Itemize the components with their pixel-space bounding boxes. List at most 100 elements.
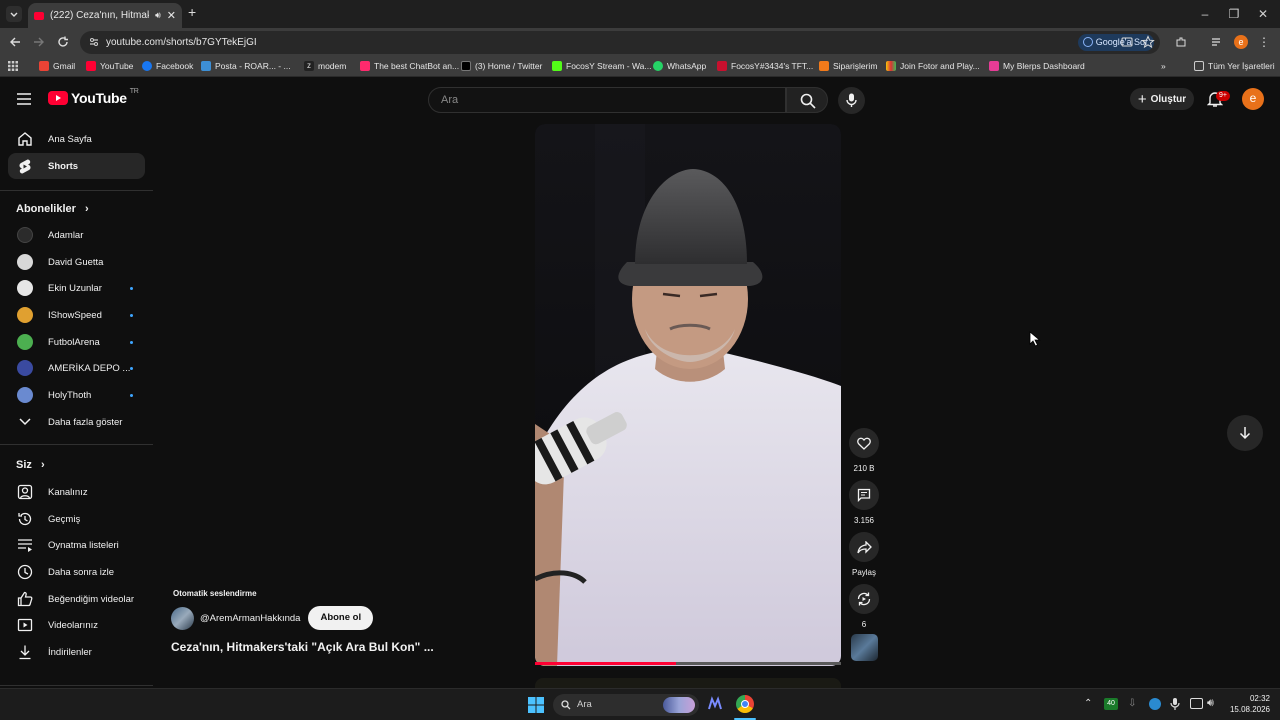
like-button[interactable] <box>849 428 879 458</box>
remix-button[interactable] <box>849 584 879 614</box>
minimize-icon[interactable]: – <box>1197 6 1213 22</box>
bookmark-blerps[interactable]: My Blerps Dashboard <box>989 61 1085 71</box>
back-icon[interactable] <box>8 35 22 49</box>
taskbar-clock[interactable]: 02:32 15.08.2026 <box>1230 693 1270 715</box>
bookmark-label: Gmail <box>53 61 76 71</box>
search-button[interactable] <box>786 87 828 113</box>
account-avatar[interactable]: e <box>1242 88 1264 110</box>
bookmark-whatsapp[interactable]: WhatsApp <box>653 61 706 71</box>
profile-avatar-icon[interactable]: e <box>1234 35 1248 49</box>
new-tab-button[interactable]: + <box>188 5 202 19</box>
tray-overflow-icon[interactable]: ⌃ <box>1084 698 1092 709</box>
sidebar-item-history[interactable]: Geçmiş <box>8 506 145 532</box>
sidebar-item-your-channel[interactable]: Kanalınız <box>8 479 145 505</box>
bookmark-chatbot[interactable]: The best ChatBot an... <box>360 61 459 71</box>
reload-icon[interactable] <box>56 35 70 49</box>
restore-icon[interactable]: ❐ <box>1226 6 1242 22</box>
bookmark-tft[interactable]: FocosY#3434's TFT... <box>717 61 813 71</box>
sidebar-divider <box>0 190 153 191</box>
sidebar-item-label: İndirilenler <box>48 646 92 658</box>
tray-download-icon[interactable]: ⇩ <box>1128 698 1136 709</box>
channel-name-link[interactable]: @AremArmanHakkında <box>200 613 300 624</box>
more-bookmarks-icon[interactable]: » <box>1161 61 1166 71</box>
sidebar-sub-futbolarena[interactable]: FutbolArena <box>8 329 145 355</box>
subscriptions-heading[interactable]: Abonelikler › <box>16 203 89 215</box>
short-title[interactable]: Ceza'nın, Hitmakers'taki "Açık Ara Bul K… <box>171 640 434 654</box>
heart-icon <box>857 437 871 450</box>
audio-icon[interactable]: 🔊︎ <box>155 10 161 21</box>
create-button[interactable]: + Oluştur <box>1130 88 1194 110</box>
sidebar-item-home[interactable]: Ana Sayfa <box>8 126 145 152</box>
sidebar-item-liked-videos[interactable]: Beğendiğim videolar <box>8 586 145 612</box>
chrome-app-icon[interactable] <box>736 695 754 713</box>
extensions-icon[interactable] <box>1174 35 1188 49</box>
sidebar-sub-ishowspeed[interactable]: IShowSpeed <box>8 302 145 328</box>
tab-search-button[interactable] <box>6 6 22 22</box>
forward-icon[interactable] <box>32 35 46 49</box>
sidebar-sub-holythoth[interactable]: HolyThoth <box>8 382 145 408</box>
video-progress-bar[interactable] <box>535 662 841 665</box>
tab-close-icon[interactable]: ✕ <box>167 9 176 22</box>
remix-action: 6 <box>849 584 879 629</box>
tray-shield-icon[interactable] <box>1149 698 1161 710</box>
sidebar-sub-amerika-depo[interactable]: AMERİKA DEPO ... <box>8 355 145 381</box>
history-icon <box>16 510 34 528</box>
install-app-icon[interactable] <box>1120 35 1134 49</box>
taskbar-search-box[interactable]: Ara <box>553 694 699 716</box>
channel-avatar[interactable] <box>171 606 194 630</box>
bookmark-fotor[interactable]: Join Fotor and Play... <box>886 61 980 71</box>
copilot-app-icon[interactable] <box>707 696 723 712</box>
search-input[interactable]: Ara <box>428 87 786 113</box>
sidebar-sub-ekin-uzunlar[interactable]: Ekin Uzunlar <box>8 275 145 301</box>
bookmark-posta[interactable]: Posta - ROAR... - ... <box>201 61 291 71</box>
you-heading[interactable]: Siz › <box>16 459 45 471</box>
sidebar-sub-adamlar[interactable]: Adamlar <box>8 222 145 248</box>
apps-icon[interactable] <box>8 61 18 71</box>
subscribe-button[interactable]: Abone ol <box>308 606 374 630</box>
address-bar[interactable]: youtube.com/shorts/b7GYTekEjGI Google'a … <box>80 31 1160 54</box>
chrome-menu-icon[interactable]: ⋮ <box>1258 35 1272 49</box>
sidebar-sub-david-guetta[interactable]: David Guetta <box>8 249 145 275</box>
bookmark-star-icon[interactable] <box>1141 35 1155 49</box>
youtube-logo[interactable]: YouTube TR <box>48 88 139 106</box>
bookmark-label: Facebook <box>156 61 194 71</box>
sidebar-item-playlists[interactable]: Oynatma listeleri <box>8 532 145 558</box>
sidebar-item-shorts[interactable]: Shorts <box>8 153 145 179</box>
bookmark-modem[interactable]: z modem <box>304 61 346 71</box>
sidebar-item-downloads[interactable]: İndirilenler <box>8 639 145 665</box>
comments-button[interactable] <box>849 480 879 510</box>
shorts-video-player[interactable] <box>535 124 841 666</box>
more-bookmarks-label: » <box>1161 61 1166 71</box>
site-info-icon[interactable] <box>88 36 100 48</box>
share-button[interactable] <box>849 532 879 562</box>
hamburger-menu-icon[interactable] <box>16 92 32 106</box>
windows-start-icon[interactable] <box>528 697 544 713</box>
channel-avatar-icon <box>16 306 34 324</box>
new-content-dot <box>130 393 133 397</box>
all-bookmarks-folder[interactable]: Tüm Yer İşaretleri <box>1194 61 1275 71</box>
sidebar-item-your-videos[interactable]: Videolarınız <box>8 612 145 638</box>
youtube-icon <box>86 61 96 71</box>
browser-tab[interactable]: (222) Ceza'nın, Hitmakers'ta 🔊︎ ✕ <box>28 3 182 28</box>
show-more-button[interactable]: Daha fazla göster <box>8 409 145 435</box>
bookmark-siparislerim[interactable]: Siparişlerim <box>819 61 877 71</box>
voice-search-button[interactable] <box>838 87 865 114</box>
sidebar-item-label: Geçmiş <box>48 513 81 525</box>
bookmark-gmail[interactable]: Gmail <box>39 61 75 71</box>
tray-volume-icon[interactable]: 🔊︎ <box>1207 697 1214 710</box>
tray-display-icon[interactable] <box>1190 698 1203 709</box>
bookmark-kick[interactable]: FocosY Stream - Wa... <box>552 61 652 71</box>
next-short-button[interactable] <box>1227 415 1263 451</box>
window-close-icon[interactable]: ✕ <box>1255 6 1271 22</box>
sidebar-item-watch-later[interactable]: Daha sonra izle <box>8 559 145 585</box>
tray-microphone-icon[interactable] <box>1170 697 1180 711</box>
bookmark-youtube[interactable]: YouTube <box>86 61 133 71</box>
new-content-dot <box>130 340 133 344</box>
sound-thumbnail[interactable] <box>851 634 878 661</box>
tray-app-icon[interactable]: 40 <box>1104 698 1118 710</box>
next-short-preview[interactable] <box>535 678 841 688</box>
bookmark-facebook[interactable]: Facebook <box>142 61 193 71</box>
tab-media-icon[interactable] <box>1210 35 1224 49</box>
bookmark-twitter[interactable]: (3) Home / Twitter <box>461 61 542 71</box>
sidebar-item-label: David Guetta <box>48 256 104 268</box>
